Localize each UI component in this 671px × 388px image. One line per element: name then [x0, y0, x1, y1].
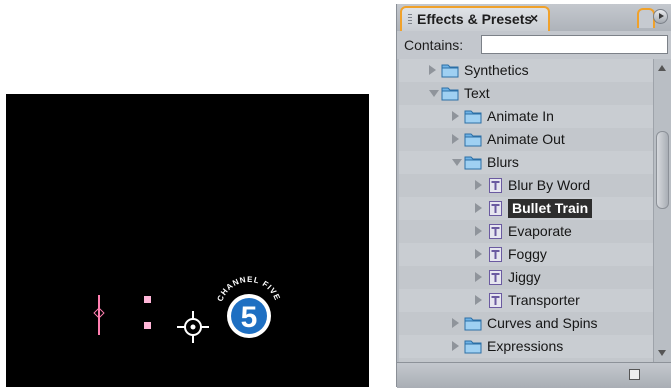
disclosure-open-icon[interactable]: [429, 90, 439, 97]
tree-item-label: Synthetics: [464, 62, 529, 78]
tree-folder-row[interactable]: Blurs: [399, 151, 653, 174]
folder-icon: [441, 87, 459, 101]
logo-number: 5: [241, 301, 258, 334]
panel-menu-icon[interactable]: [653, 9, 668, 24]
folder-icon: [441, 64, 459, 78]
tree-preset-row[interactable]: Jiggy: [399, 266, 653, 289]
animation-preset-icon: [489, 178, 502, 193]
scroll-thumb[interactable]: [656, 131, 669, 209]
tab-close-button[interactable]: ×: [530, 10, 538, 26]
panel-tab-bar: Effects & Presets ×: [397, 4, 671, 32]
tab-effects-presets[interactable]: Effects & Presets ×: [400, 6, 550, 31]
tree-folder-row[interactable]: Expressions: [399, 335, 653, 358]
contains-label: Contains:: [404, 37, 464, 53]
disclosure-closed-icon[interactable]: [452, 111, 459, 121]
tab-title: Effects & Presets: [417, 11, 533, 27]
disclosure-closed-icon[interactable]: [475, 295, 482, 305]
folder-icon: [464, 110, 482, 124]
drag-grip-icon[interactable]: [408, 14, 412, 26]
tree-item-label: Animate Out: [487, 131, 565, 147]
anchor-point-icon[interactable]: [176, 310, 210, 344]
disclosure-closed-icon[interactable]: [429, 65, 436, 75]
tree-item-label: Foggy: [508, 246, 547, 262]
effects-presets-panel: Effects & Presets × Contains: Synthetics…: [396, 4, 671, 388]
channel-five-logo: CHANNEL FIVE 5: [216, 275, 281, 338]
layer-handle-top[interactable]: [144, 296, 151, 303]
disclosure-closed-icon[interactable]: [452, 134, 459, 144]
tree-preset-row[interactable]: Foggy: [399, 243, 653, 266]
animation-preset-icon: [489, 270, 502, 285]
disclosure-closed-icon[interactable]: [475, 272, 482, 282]
search-row: Contains:: [397, 31, 671, 59]
tree-item-label: Text: [464, 85, 490, 101]
tree-scrollbar[interactable]: [653, 59, 671, 362]
animation-preset-icon: [489, 247, 502, 262]
tree-preset-row[interactable]: Evaporate: [399, 220, 653, 243]
tree-preset-row[interactable]: Blur By Word: [399, 174, 653, 197]
tree-folder-row[interactable]: Animate Out: [399, 128, 653, 151]
tree-item-label: Blur By Word: [508, 177, 591, 193]
layer-handle-bottom[interactable]: [144, 322, 151, 329]
tree-item-label: Blurs: [487, 154, 519, 170]
disclosure-closed-icon[interactable]: [475, 249, 482, 259]
disclosure-closed-icon[interactable]: [452, 318, 459, 328]
tree-folder-row[interactable]: Synthetics: [399, 59, 653, 82]
animation-preset-icon: [489, 224, 502, 239]
animation-preset-icon: [489, 201, 502, 216]
scroll-down-arrow-icon[interactable]: [656, 347, 669, 359]
panel-bottom-bar: [397, 362, 671, 388]
folder-icon: [464, 317, 482, 331]
selected-preset-label: Bullet Train: [508, 199, 593, 218]
contains-search-input[interactable]: [481, 35, 668, 54]
disclosure-open-icon[interactable]: [452, 159, 462, 166]
disclosure-closed-icon[interactable]: [475, 226, 482, 236]
scroll-up-arrow-icon[interactable]: [656, 62, 669, 74]
tree-item-label: Curves and Spins: [487, 315, 598, 331]
folder-icon: [464, 156, 482, 170]
tree-folder-row[interactable]: Animate In: [399, 105, 653, 128]
animation-preset-icon: [489, 293, 502, 308]
disclosure-closed-icon[interactable]: [475, 180, 482, 190]
disclosure-closed-icon[interactable]: [452, 341, 459, 351]
tree-item-label: Expressions: [487, 338, 564, 354]
disclosure-closed-icon[interactable]: [475, 203, 482, 213]
folder-icon: [464, 133, 482, 147]
tree-folder-row[interactable]: Text: [399, 82, 653, 105]
tree-item-label: Animate In: [487, 108, 554, 124]
effects-tree[interactable]: Synthetics Text Animate In Animate Out Blurs…: [399, 59, 653, 362]
tree-folder-row[interactable]: Curves and Spins: [399, 312, 653, 335]
tree-item-label: Evaporate: [508, 223, 572, 239]
tree-preset-row[interactable]: Transporter: [399, 289, 653, 312]
folder-icon: [464, 340, 482, 354]
tree-item-label: Jiggy: [508, 269, 541, 285]
new-folder-icon[interactable]: [629, 369, 640, 380]
tree-item-label: Transporter: [508, 292, 580, 308]
tree-preset-row[interactable]: Bullet Train: [399, 197, 653, 220]
